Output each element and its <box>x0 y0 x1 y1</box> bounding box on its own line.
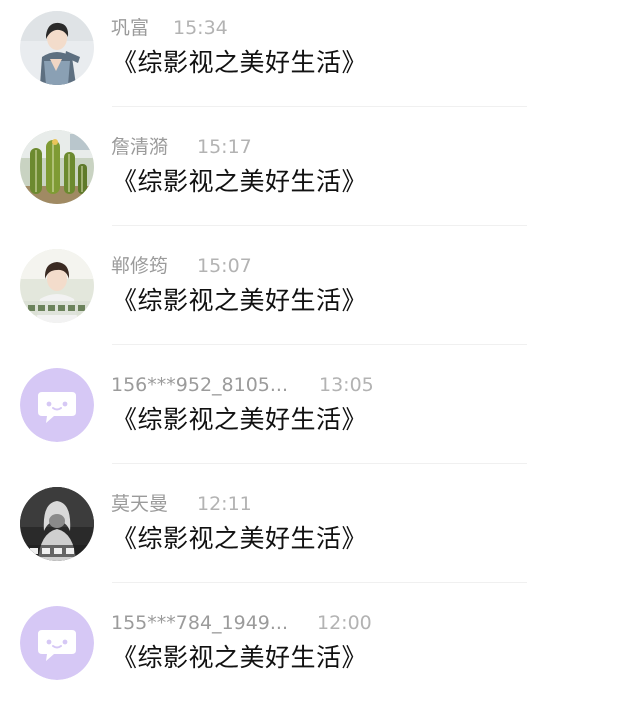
avatar[interactable] <box>20 487 94 561</box>
message-preview: 《综影视之美好生活》 <box>112 286 368 315</box>
message-time: 15:17 <box>197 136 252 158</box>
row-divider <box>112 463 527 464</box>
person-photo-icon <box>20 487 94 561</box>
message-time: 12:00 <box>317 612 372 634</box>
person-photo-icon <box>20 11 94 85</box>
avatar[interactable] <box>20 368 94 442</box>
avatar[interactable] <box>20 249 94 323</box>
cactus-photo-icon <box>20 130 94 204</box>
row-divider <box>112 225 527 226</box>
row-divider <box>112 582 527 583</box>
row-divider <box>112 106 527 107</box>
contact-name: 莫天曼 <box>111 493 169 515</box>
message-preview: 《综影视之美好生活》 <box>112 524 368 553</box>
chat-bubble-icon <box>20 606 94 680</box>
conversation-row[interactable]: 156***952_8105... 13:05 《综影视之美好生活》 <box>0 357 640 476</box>
avatar[interactable] <box>20 11 94 85</box>
contact-name: 郸修筠 <box>111 255 169 277</box>
contact-name: 詹清漪 <box>111 136 169 158</box>
row-divider <box>112 344 527 345</box>
avatar[interactable] <box>20 606 94 680</box>
contact-name: 巩富 <box>111 17 150 39</box>
message-time: 15:07 <box>197 255 252 277</box>
message-time: 12:11 <box>197 493 252 515</box>
avatar[interactable] <box>20 130 94 204</box>
contact-name: 155***784_1949... <box>111 612 289 634</box>
conversation-row[interactable]: 巩富 15:34 《综影视之美好生活》 <box>0 0 640 119</box>
message-time: 13:05 <box>319 374 374 396</box>
conversation-row[interactable]: 郸修筠 15:07 《综影视之美好生活》 <box>0 238 640 357</box>
message-preview: 《综影视之美好生活》 <box>112 643 368 672</box>
message-preview: 《综影视之美好生活》 <box>112 167 368 196</box>
chat-bubble-icon <box>20 368 94 442</box>
message-time: 15:34 <box>173 17 228 39</box>
person-photo-icon <box>20 249 94 323</box>
message-preview: 《综影视之美好生活》 <box>112 405 368 434</box>
conversation-row[interactable]: 詹清漪 15:17 《综影视之美好生活》 <box>0 119 640 238</box>
conversation-row[interactable]: 莫天曼 12:11 《综影视之美好生活》 <box>0 476 640 595</box>
conversation-row[interactable]: 155***784_1949... 12:00 《综影视之美好生活》 <box>0 595 640 714</box>
message-preview: 《综影视之美好生活》 <box>112 48 368 77</box>
contact-name: 156***952_8105... <box>111 374 289 396</box>
